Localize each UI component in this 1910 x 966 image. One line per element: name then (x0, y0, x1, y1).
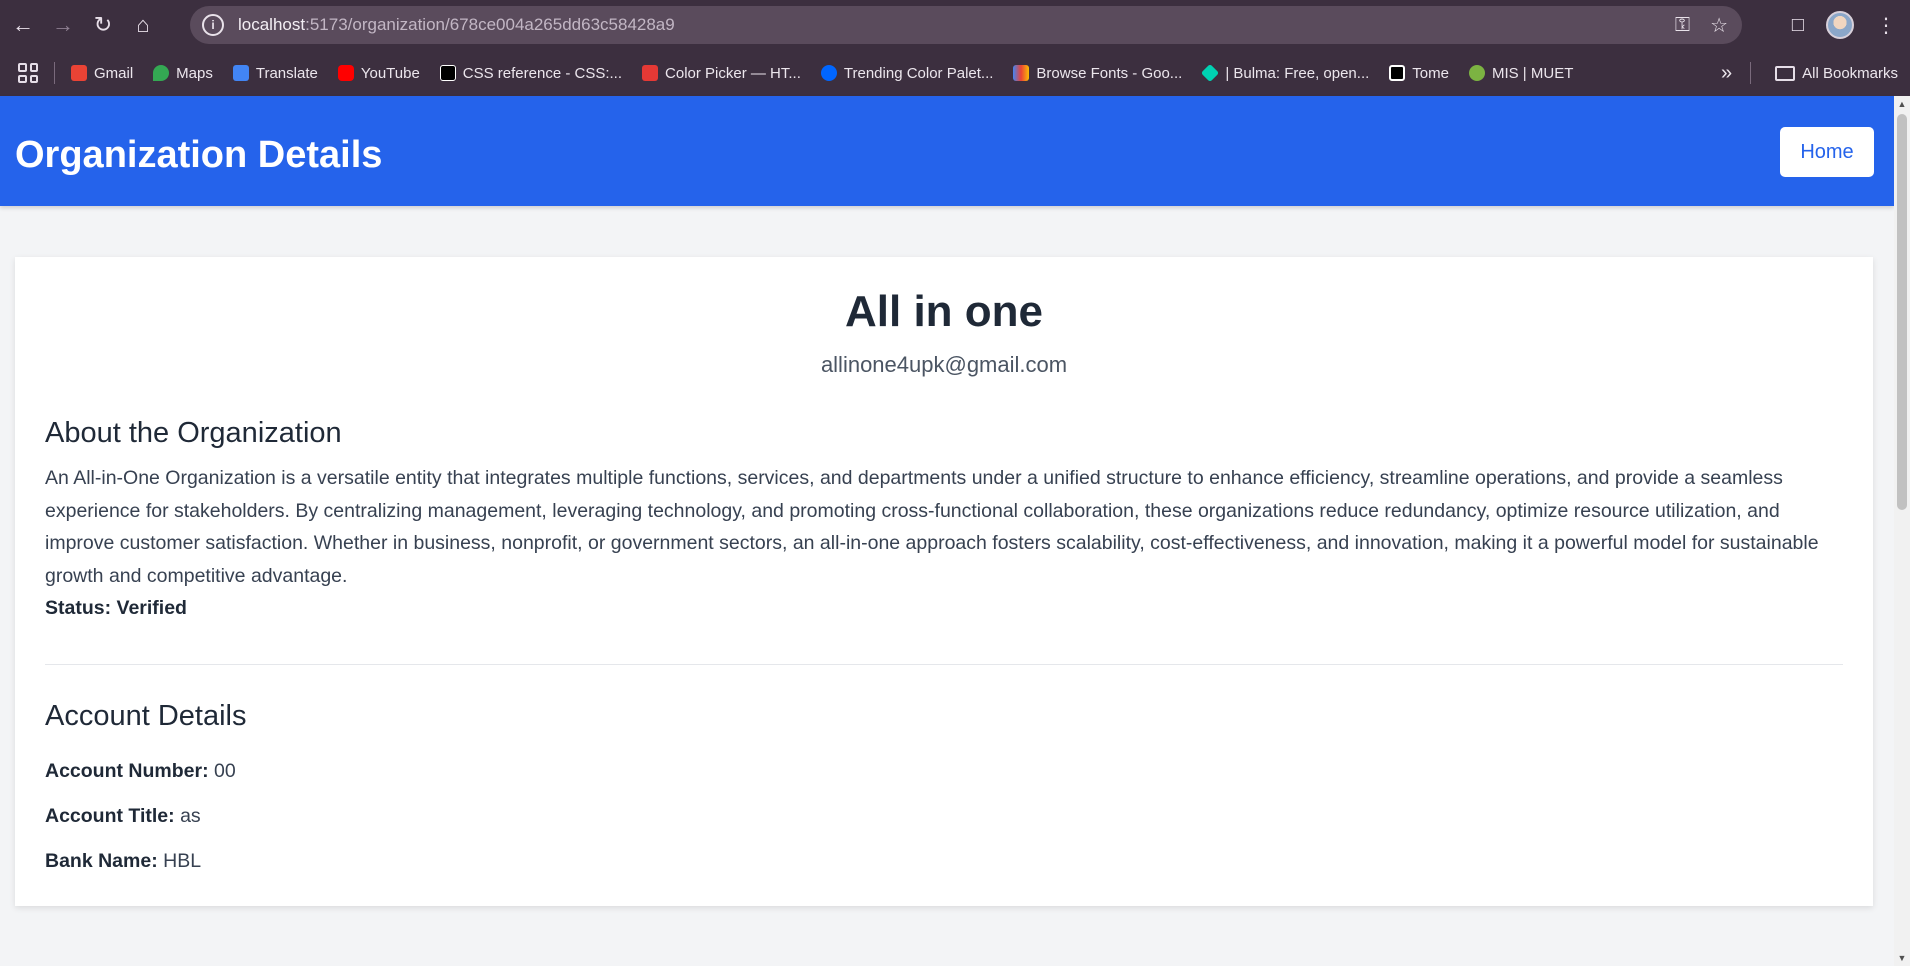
bookmark-label: Browse Fonts - Goo... (1036, 64, 1183, 82)
bank-name-value: HBL (163, 850, 202, 872)
bookmark-browse-fonts[interactable]: Browse Fonts - Goo... (1003, 65, 1192, 82)
bookmark-color-picker[interactable]: Color Picker — HT... (632, 65, 811, 82)
section-divider (45, 664, 1843, 665)
profile-avatar[interactable] (1826, 11, 1854, 39)
maps-icon (153, 65, 170, 81)
back-icon[interactable]: ← (3, 5, 43, 45)
colorpicker-icon (642, 65, 659, 81)
bookmark-css-reference[interactable]: CSS reference - CSS:... (430, 65, 632, 82)
about-text: An All-in-One Organization is a versatil… (45, 467, 1819, 587)
bookmark-youtube[interactable]: YouTube (328, 65, 430, 82)
coolors-icon (820, 65, 837, 81)
bookmark-label: MIS | MUET (1491, 64, 1574, 82)
bookmark-label: CSS reference - CSS:... (462, 64, 623, 82)
status-label: Status: (45, 597, 112, 619)
bookmark-maps[interactable]: Maps (143, 65, 223, 82)
bookmark-gmail[interactable]: Gmail (61, 65, 143, 82)
youtube-icon (337, 65, 354, 81)
status-value: Verified (116, 597, 187, 619)
all-bookmarks-button[interactable]: All Bookmarks (1775, 65, 1898, 82)
scroll-down-icon[interactable]: ▼ (1894, 950, 1910, 966)
bookmark-trending-color[interactable]: Trending Color Palet... (811, 65, 1004, 82)
menu-kebab-icon[interactable]: ⋮ (1876, 13, 1896, 38)
tome-icon (1389, 65, 1406, 81)
gmail-icon (71, 65, 87, 81)
bank-name-field: Bank Name: HBL (45, 850, 201, 873)
bookmark-label: Tome (1412, 64, 1449, 82)
all-bookmarks-label: All Bookmarks (1802, 64, 1898, 82)
bookmark-label: Translate (255, 64, 318, 82)
bookmark-label: YouTube (360, 64, 420, 82)
account-number-label: Account Number: (45, 760, 209, 782)
site-info-icon[interactable]: i (202, 14, 224, 36)
extensions-icon[interactable]: □ (1792, 14, 1804, 37)
account-title-field: Account Title: as (45, 805, 201, 828)
about-heading: About the Organization (45, 417, 342, 449)
more-bookmarks-chevron-icon[interactable]: » (1721, 62, 1732, 85)
home-icon[interactable]: ⌂ (123, 5, 163, 45)
googlefonts-icon (1013, 65, 1030, 81)
bank-name-label: Bank Name: (45, 850, 158, 872)
organization-name: All in one (845, 287, 1043, 336)
page-scrollbar[interactable]: ▲ ▼ (1894, 96, 1910, 966)
url-path: :5173/organization/678ce004a265dd63c5842… (305, 15, 675, 34)
organization-card: All in one allinone4upk@gmail.com About … (15, 257, 1873, 906)
reload-icon[interactable]: ↻ (83, 5, 123, 45)
bookmark-mis-muet[interactable]: MIS | MUET (1459, 65, 1583, 82)
bulma-icon (1201, 63, 1220, 83)
scroll-thumb[interactable] (1897, 114, 1907, 510)
url-host: localhost (238, 15, 306, 34)
address-bar[interactable]: i localhost:5173/organization/678ce004a2… (190, 6, 1742, 44)
password-key-icon[interactable]: ⚿ (1675, 14, 1690, 37)
bookmark-bulma[interactable]: | Bulma: Free, open... (1192, 63, 1379, 83)
account-title-value: as (180, 805, 201, 827)
bookmarks-separator (1750, 62, 1752, 84)
bookmarks-bar: Gmail Maps Translate YouTube CSS referen… (0, 50, 1910, 96)
bookmark-tome[interactable]: Tome (1379, 65, 1459, 82)
bookmarks-separator (54, 62, 55, 84)
forward-icon[interactable]: → (43, 5, 83, 45)
account-number-value: 00 (214, 760, 236, 782)
mdn-icon (439, 65, 456, 81)
bookmark-label: Trending Color Palet... (843, 64, 994, 82)
translate-icon (232, 65, 249, 81)
folder-icon (1775, 65, 1796, 81)
browser-toolbar: ← → ↻ ⌂ i localhost:5173/organization/67… (0, 0, 1910, 50)
bookmark-translate[interactable]: Translate (223, 65, 328, 82)
bookmark-label: | Bulma: Free, open... (1225, 64, 1370, 82)
account-number-field: Account Number: 00 (45, 760, 236, 783)
scroll-up-icon[interactable]: ▲ (1894, 96, 1910, 112)
bookmark-label: Maps (176, 64, 213, 82)
bookmark-label: Gmail (94, 64, 134, 82)
status-line: Status: Verified (45, 597, 187, 620)
apps-grid-icon[interactable] (18, 63, 38, 83)
account-title-label: Account Title: (45, 805, 175, 827)
home-button[interactable]: Home (1780, 127, 1874, 177)
app-header: Organization Details Home (0, 96, 1894, 206)
account-heading: Account Details (45, 700, 247, 732)
page-title: Organization Details (15, 134, 383, 176)
bookmark-label: Color Picker — HT... (665, 64, 801, 82)
bookmark-star-icon[interactable]: ☆ (1710, 13, 1728, 38)
organization-email: allinone4upk@gmail.com (820, 352, 1068, 377)
muet-icon (1468, 65, 1485, 81)
